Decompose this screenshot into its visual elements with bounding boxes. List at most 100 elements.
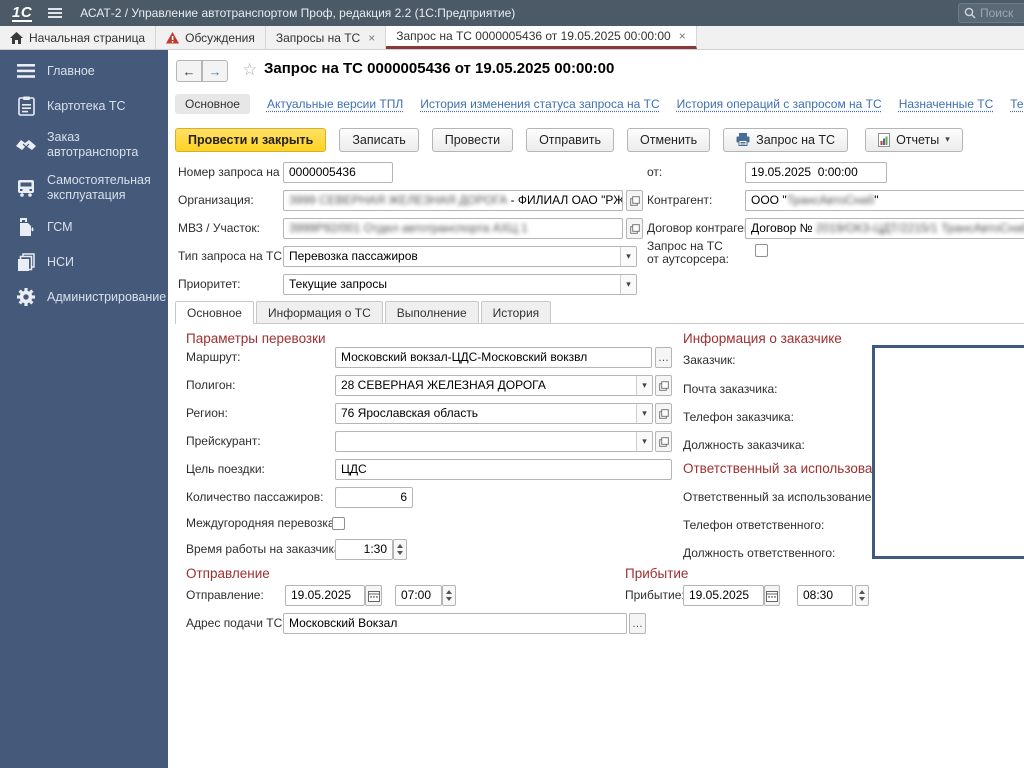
route-choose-button[interactable] [655,347,672,368]
departure-time-input[interactable]: 07:00 [395,585,442,606]
nav-link-current-status[interactable]: Текущий статус запроса [1010,97,1024,111]
sidebar-item-self-operation[interactable]: Самостоятельная эксплуатация [0,173,168,203]
nav-link-assigned-vehicles[interactable]: Назначенные ТС [899,97,994,111]
departure-calendar-button[interactable] [365,585,382,606]
departure-label: Отправление: [186,588,264,602]
report-icon [878,132,891,147]
sidebar-item-administration[interactable]: Администрирование [0,286,168,308]
dropdown-caret-icon[interactable] [636,376,652,395]
request-type-select[interactable]: Перевозка пассажиров [283,246,637,267]
open-region-button[interactable] [655,403,672,424]
printer-icon [736,133,750,146]
sidebar-item-main[interactable]: Главное [0,60,168,82]
dropdown-caret-icon[interactable] [620,247,636,266]
document-form: ← → Запрос на ТС 0000005436 от 19.05.202… [168,50,1024,768]
sidebar-item-transport-order[interactable]: Заказ автотранспорта [0,130,168,160]
tab-label: Запросы на ТС [275,30,361,45]
dropdown-caret-icon[interactable] [636,432,652,451]
priority-select[interactable]: Текущие запросы [283,274,637,295]
departure-time-spinner[interactable] [442,585,456,606]
favorite-star-icon[interactable] [242,60,257,80]
sidebar-item-label: НСИ [47,254,75,269]
sidebar-item-nsi[interactable]: НСИ [0,251,168,273]
reports-button[interactable]: Отчеты ▾ [865,127,963,152]
departure-date-input[interactable]: 19.05.2025 [285,585,365,606]
titlebar: 1С АСАТ-2 / Управление автотранспортом П… [0,0,1024,26]
send-button[interactable]: Отправить [526,127,615,152]
date-input[interactable]: 19.05.2025 0:00:00 [745,162,887,183]
open-organization-button[interactable] [626,190,643,211]
worktime-spinner[interactable] [393,539,407,560]
print-request-button[interactable]: Запрос на ТС [723,127,849,152]
polygon-select[interactable]: 28 СЕВЕРНАЯ ЖЕЛЕЗНАЯ ДОРОГА [335,375,653,396]
global-search[interactable] [958,3,1024,23]
sidebar-item-fuel[interactable]: ГСМ [0,216,168,238]
open-polygon-button[interactable] [655,375,672,396]
transport-params-heading: Параметры перевозки [186,331,326,346]
arrival-calendar-button[interactable] [764,585,780,606]
polygon-label: Полигон: [186,378,236,392]
tab-discussions[interactable]: Обсуждения [156,26,266,49]
responsible-position-label: Должность ответственного: [683,546,836,560]
trip-purpose-label: Цель поездки: [186,462,265,476]
outsourcer-checkbox[interactable] [755,244,768,257]
close-icon[interactable]: × [679,29,686,43]
sidebar-item-label: Администрирование [47,289,167,304]
tab-requests-list[interactable]: Запросы на ТС × [266,26,387,49]
departure-heading: Отправление [186,566,270,581]
tab-vehicle-info[interactable]: Информация о ТС [255,301,383,323]
form-nav-links: Основное Актуальные версии ТПЛ История и… [175,93,1024,115]
nav-link-main[interactable]: Основное [175,94,250,114]
number-input[interactable]: 0000005436 [283,162,393,183]
arrival-date-input[interactable]: 19.05.2025 [683,585,764,606]
arrival-time-spinner[interactable] [855,585,869,606]
open-mvz-button[interactable] [626,218,643,239]
arrival-time-input[interactable]: 08:30 [797,585,853,606]
trip-purpose-input[interactable]: ЦДС [335,459,672,480]
search-input[interactable] [980,6,1024,20]
sidebar-item-label: Главное [47,63,95,78]
tab-main[interactable]: Основное [175,301,254,324]
tab-history[interactable]: История [480,301,552,323]
region-select[interactable]: 76 Ярославская область [335,403,653,424]
intercity-checkbox[interactable] [332,517,345,530]
nav-link-tpl-versions[interactable]: Актуальные версии ТПЛ [267,97,403,111]
pickup-address-choose-button[interactable] [629,613,646,634]
organization-input[interactable]: 3999 СЕВЕРНАЯ ЖЕЛЕЗНАЯ ДОРОГА - ФИЛИАЛ О… [283,190,623,211]
gear-icon [14,287,38,307]
fuel-icon [14,217,38,237]
contract-input[interactable]: Договор № 2019/ОКЗ-ЦДТ/2215/1 ТрансАвтоС… [745,218,1024,239]
tab-execution[interactable]: Выполнение [384,301,479,323]
close-icon[interactable]: × [368,31,375,45]
sidebar-item-label: Самостоятельная эксплуатация [47,173,151,202]
back-button[interactable]: ← [176,60,202,82]
organization-label: Организация: [178,193,254,207]
books-icon [14,252,38,272]
post-and-close-button[interactable]: Провести и закрыть [175,127,327,152]
forward-button[interactable]: → [202,60,228,82]
sidebar-item-vehicle-cardfile[interactable]: Картотека ТС [0,95,168,117]
passengers-input[interactable]: 6 [335,487,413,508]
nav-link-operations-history[interactable]: История операций с запросом на ТС [677,97,882,111]
pricelist-label: Прейскурант: [186,434,261,448]
sidebar-item-label: ГСМ [47,219,73,234]
main-menu-icon[interactable] [48,8,63,18]
save-button[interactable]: Записать [339,127,419,152]
dropdown-caret-icon[interactable] [636,404,652,423]
worktime-input[interactable]: 1:30 [335,539,393,560]
open-pricelist-button[interactable] [655,431,672,452]
counterparty-input[interactable]: ООО "ТрансАвтоСнаб" [745,190,1024,211]
worktime-label: Время работы на заказчика: [186,542,344,556]
home-icon [10,31,23,44]
pickup-address-input[interactable]: Московский Вокзал [283,613,627,634]
tab-home[interactable]: Начальная страница [0,26,157,49]
nav-link-status-history[interactable]: История изменения статуса запроса на ТС [420,97,659,111]
pricelist-select[interactable] [335,431,653,452]
route-input[interactable]: Московский вокзал-ЦДС-Московский вокзвл [335,347,652,368]
tab-request-document[interactable]: Запрос на ТС 0000005436 от 19.05.2025 00… [386,26,697,49]
cancel-button[interactable]: Отменить [627,127,711,152]
post-button[interactable]: Провести [431,127,514,152]
dropdown-caret-icon[interactable] [620,275,636,294]
mvz-input[interactable]: 3999Р92/001 Отдел автотранспорта АХЦ 1 [283,218,623,239]
1c-logo: 1С [12,3,33,22]
